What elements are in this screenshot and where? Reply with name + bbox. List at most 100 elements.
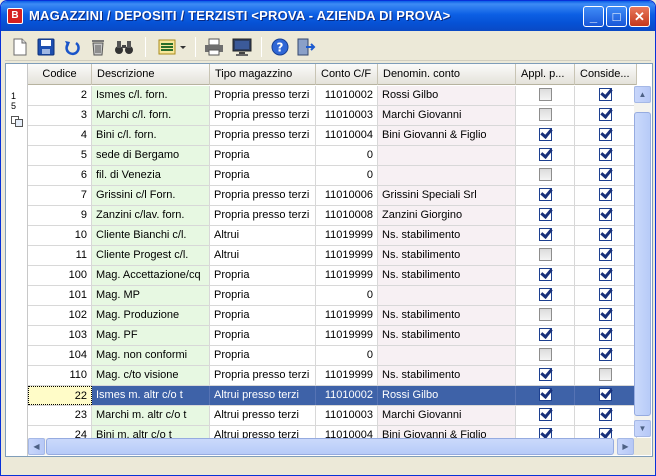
exit-icon[interactable] (295, 36, 317, 58)
cell-conto[interactable]: 11010002 (316, 386, 378, 405)
appl-checkbox[interactable] (538, 368, 552, 381)
cell-descrizione[interactable]: Mag. Accettazione/cq (92, 266, 210, 285)
cell-conto[interactable]: 11019999 (316, 226, 378, 245)
cell-codice[interactable]: 104 (28, 346, 92, 365)
appl-checkbox[interactable] (538, 108, 552, 121)
conside-checkbox[interactable] (599, 168, 612, 181)
cell-descrizione[interactable]: Zanzini c/lav. forn. (92, 206, 210, 225)
cell-descrizione[interactable]: Grissini c/l Forn. (92, 186, 210, 205)
cell-denomin-conto[interactable]: Zanzini Giorgino (378, 206, 516, 225)
cell-codice[interactable]: 11 (28, 246, 92, 265)
column-header-conto[interactable]: Conto C/F (316, 64, 378, 85)
print-icon[interactable] (203, 36, 225, 58)
table-row[interactable]: 103 Mag. PF Propria 11019999 Ns. stabiliment… (28, 326, 637, 346)
new-document-icon[interactable] (9, 36, 31, 58)
cell-conto[interactable]: 0 (316, 286, 378, 305)
cell-conto[interactable]: 11019999 (316, 266, 378, 285)
scroll-up-button[interactable]: ▲ (634, 86, 651, 103)
cell-descrizione[interactable]: Mag. c/to visione (92, 366, 210, 385)
scroll-left-button[interactable]: ◀ (28, 438, 45, 455)
cell-descrizione[interactable]: sede di Bergamo (92, 146, 210, 165)
appl-checkbox[interactable] (538, 168, 552, 181)
table-row[interactable]: 22 Ismes m. altr c/o t Altrui presso terzi… (28, 386, 637, 406)
table-row[interactable]: 7 Grissini c/l Forn. Propria presso terzi 1… (28, 186, 637, 206)
cell-codice[interactable]: 4 (28, 126, 92, 145)
cell-denomin-conto[interactable]: Ns. stabilimento (378, 306, 516, 325)
cell-codice[interactable]: 101 (28, 286, 92, 305)
cell-codice[interactable]: 6 (28, 166, 92, 185)
conside-checkbox[interactable] (599, 388, 612, 401)
table-row[interactable]: 5 sede di Bergamo Propria 0 (28, 146, 637, 166)
minimize-button[interactable]: _ (583, 6, 604, 27)
cell-denomin-conto[interactable] (378, 346, 516, 365)
conside-checkbox[interactable] (599, 108, 612, 121)
cell-codice[interactable]: 103 (28, 326, 92, 345)
cell-descrizione[interactable]: Mag. Produzione (92, 306, 210, 325)
cell-tipo-magazzino[interactable]: Propria presso terzi (210, 186, 316, 205)
cell-conto[interactable]: 11010008 (316, 206, 378, 225)
cell-descrizione[interactable]: Mag. PF (92, 326, 210, 345)
cell-denomin-conto[interactable]: Marchi Giovanni (378, 406, 516, 425)
app-icon[interactable]: B (7, 8, 23, 24)
conside-checkbox[interactable] (599, 348, 612, 361)
cell-descrizione[interactable]: Cliente Progest c/l. (92, 246, 210, 265)
cell-denomin-conto[interactable]: Ns. stabilimento (378, 246, 516, 265)
cell-tipo-magazzino[interactable]: Propria (210, 286, 316, 305)
column-header-denomin-conto[interactable]: Denomin. conto (378, 64, 516, 85)
column-header-appl[interactable]: Appl. p... (516, 64, 575, 85)
table-row[interactable]: 110 Mag. c/to visione Propria presso terzi… (28, 366, 637, 386)
cell-descrizione[interactable]: Marchi m. altr c/o t (92, 406, 210, 425)
cell-denomin-conto[interactable]: Grissini Speciali Srl (378, 186, 516, 205)
table-row[interactable]: 4 Bini c/l. forn. Propria presso terzi 1101… (28, 126, 637, 146)
column-header-conside[interactable]: Conside... (575, 64, 637, 85)
cell-codice[interactable]: 7 (28, 186, 92, 205)
conside-checkbox[interactable] (599, 268, 612, 281)
conside-checkbox[interactable] (599, 408, 612, 421)
cell-codice[interactable]: 100 (28, 266, 92, 285)
conside-checkbox[interactable] (599, 88, 612, 101)
appl-checkbox[interactable] (538, 348, 552, 361)
cell-tipo-magazzino[interactable]: Propria (210, 266, 316, 285)
cell-denomin-conto[interactable]: Ns. stabilimento (378, 366, 516, 385)
maximize-button[interactable]: □ (606, 6, 627, 27)
cell-tipo-magazzino[interactable]: Propria presso terzi (210, 366, 316, 385)
appl-checkbox[interactable] (538, 208, 552, 221)
cell-tipo-magazzino[interactable]: Propria presso terzi (210, 206, 316, 225)
cell-conto[interactable]: 11019999 (316, 246, 378, 265)
table-row[interactable]: 6 fil. di Venezia Propria 0 (28, 166, 637, 186)
cell-descrizione[interactable]: Mag. non conformi (92, 346, 210, 365)
scroll-right-button[interactable]: ▶ (617, 438, 634, 455)
conside-checkbox[interactable] (599, 288, 612, 301)
appl-checkbox[interactable] (538, 288, 552, 301)
save-icon[interactable] (35, 36, 57, 58)
appl-checkbox[interactable] (538, 408, 552, 421)
cell-denomin-conto[interactable]: Ns. stabilimento (378, 326, 516, 345)
cell-descrizione[interactable]: Mag. MP (92, 286, 210, 305)
horizontal-scrollbar[interactable]: ◀ ▶ (28, 438, 634, 455)
cell-tipo-magazzino[interactable]: Propria presso terzi (210, 126, 316, 145)
cell-conto[interactable]: 11019999 (316, 306, 378, 325)
appl-checkbox[interactable] (538, 388, 552, 401)
cell-tipo-magazzino[interactable]: Propria (210, 146, 316, 165)
conside-checkbox[interactable] (599, 148, 612, 161)
vertical-scroll-thumb[interactable] (634, 112, 651, 416)
cell-codice[interactable]: 5 (28, 146, 92, 165)
cell-descrizione[interactable]: fil. di Venezia (92, 166, 210, 185)
cell-conto[interactable]: 0 (316, 166, 378, 185)
cell-descrizione[interactable]: Ismes m. altr c/o t (92, 386, 210, 405)
cell-denomin-conto[interactable] (378, 286, 516, 305)
cell-descrizione[interactable]: Ismes c/l. forn. (92, 86, 210, 105)
column-header-tipo-magazzino[interactable]: Tipo magazzino (210, 64, 316, 85)
cell-descrizione[interactable]: Bini c/l. forn. (92, 126, 210, 145)
cell-denomin-conto[interactable]: Ns. stabilimento (378, 226, 516, 245)
cell-codice[interactable]: 10 (28, 226, 92, 245)
table-row[interactable]: 3 Marchi c/l. forn. Propria presso terzi 11… (28, 106, 637, 126)
cell-codice[interactable]: 23 (28, 406, 92, 425)
table-row[interactable]: 102 Mag. Produzione Propria 11019999 Ns. sta… (28, 306, 637, 326)
appl-checkbox[interactable] (538, 228, 552, 241)
cell-tipo-magazzino[interactable]: Propria (210, 306, 316, 325)
cell-tipo-magazzino[interactable]: Propria (210, 166, 316, 185)
table-row[interactable]: 11 Cliente Progest c/l. Altrui 11019999 Ns. … (28, 246, 637, 266)
conside-checkbox[interactable] (599, 308, 612, 321)
cell-codice[interactable]: 22 (28, 386, 92, 405)
